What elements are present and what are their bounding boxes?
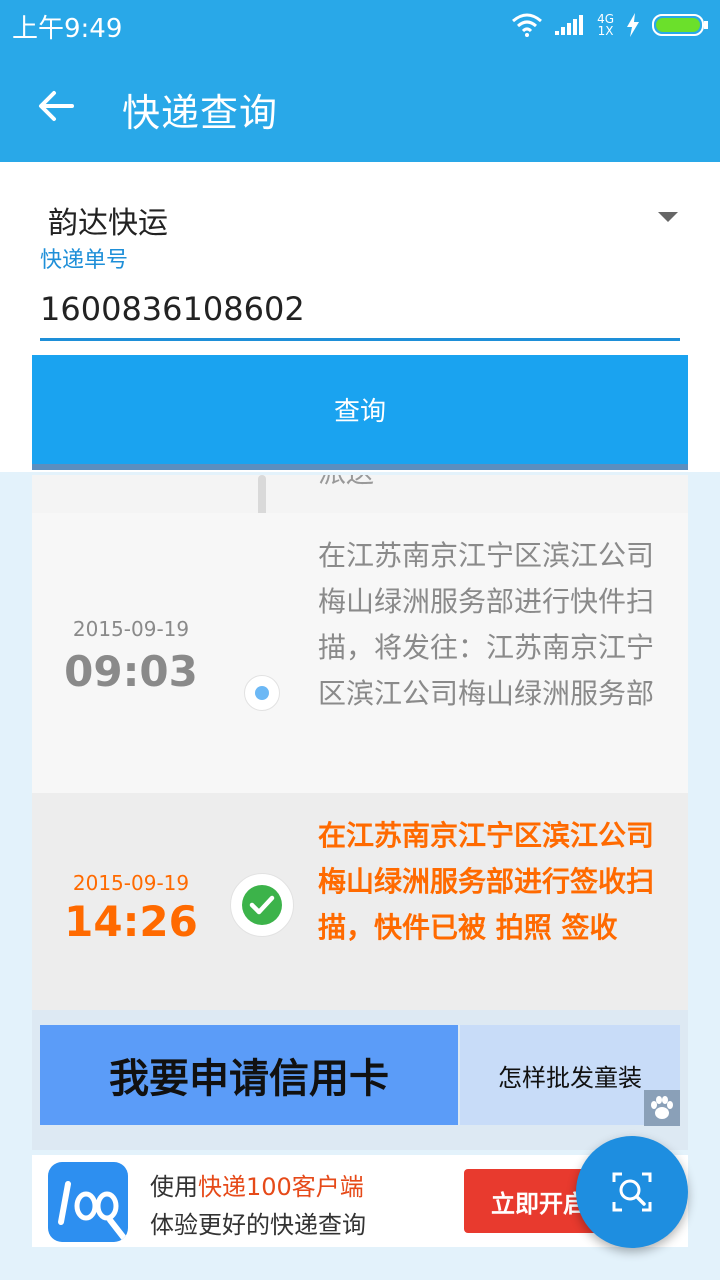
event-date: 2015-09-19 — [72, 617, 190, 641]
event-partial-description: 派送 — [318, 475, 374, 491]
scan-search-button[interactable] — [576, 1136, 688, 1248]
timeline-event-latest: 2015-09-19 14:26 在江苏南京江宁区滨江公司梅山绿洲服务部进行签收… — [32, 793, 688, 1010]
dropdown-icon[interactable] — [658, 212, 678, 222]
promo-text-line2: 体验更好的快递查询 — [150, 1211, 366, 1239]
ad-banner: 我要申请信用卡 怎样批发童装 — [32, 1010, 688, 1150]
app-logo-icon — [48, 1162, 128, 1242]
tracking-number-label: 快递单号 — [40, 248, 129, 273]
promo-text-line1: 使用快递100客户端 — [150, 1173, 364, 1201]
status-time: 上午9:49 — [12, 14, 123, 44]
back-arrow-icon[interactable] — [36, 86, 76, 126]
event-date: 2015-09-19 — [72, 871, 190, 895]
search-scan-icon — [612, 1172, 652, 1212]
wifi-icon — [512, 13, 543, 37]
tracking-number-input[interactable]: 1600836108602 — [40, 290, 305, 328]
timeline-dot-icon — [244, 675, 280, 711]
status-bar: 上午9:49 4G 1X — [0, 0, 720, 50]
network-type: 4G 1X — [597, 12, 614, 38]
app-bar: 快递查询 — [0, 50, 720, 162]
charging-icon — [627, 13, 639, 37]
timeline-event: 2015-09-19 09:03 在江苏南京江宁区滨江公司梅山绿洲服务部进行快件… — [32, 513, 688, 793]
event-time: 09:03 — [64, 647, 198, 696]
event-time: 14:26 — [64, 897, 198, 946]
input-underline — [40, 338, 680, 341]
page-title: 快递查询 — [122, 91, 279, 135]
signal-icon — [555, 15, 584, 35]
tracking-timeline[interactable]: 派送 2015-09-19 09:03 在江苏南京江宁区滨江公司梅山绿洲服务部进… — [32, 475, 688, 1010]
battery-icon — [652, 14, 708, 36]
event-description: 在江苏南京江宁区滨江公司梅山绿洲服务部进行快件扫描，将发往：江苏南京江宁区滨江公… — [318, 539, 655, 710]
event-description: 在江苏南京江宁区滨江公司梅山绿洲服务部进行签收扫描，快件已被 拍照 签收 — [318, 819, 655, 944]
status-icons: 4G 1X — [511, 10, 710, 40]
ad-link-credit-card[interactable]: 我要申请信用卡 — [40, 1025, 458, 1125]
company-select[interactable]: 韵达快运 — [48, 198, 168, 242]
check-icon — [230, 873, 294, 937]
query-button[interactable]: 查询 — [32, 355, 688, 470]
paw-icon — [644, 1090, 680, 1126]
